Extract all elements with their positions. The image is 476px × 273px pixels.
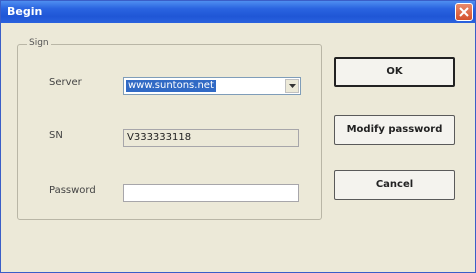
- server-combobox[interactable]: www.suntons.net: [123, 77, 301, 95]
- sn-field: V333333118: [123, 129, 299, 147]
- window-title: Begin: [7, 5, 43, 18]
- server-dropdown-button[interactable]: [285, 79, 299, 93]
- close-icon: [459, 7, 469, 17]
- password-label: Password: [49, 185, 96, 196]
- modify-password-button[interactable]: Modify password: [334, 115, 455, 145]
- server-value: www.suntons.net: [126, 80, 216, 92]
- server-label: Server: [49, 77, 82, 88]
- chevron-down-icon: [289, 84, 296, 88]
- cancel-button[interactable]: Cancel: [334, 170, 455, 200]
- group-caption: Sign: [27, 38, 51, 48]
- login-dialog: Begin Sign Server www.suntons.net SN V33…: [0, 0, 476, 273]
- sn-label: SN: [49, 130, 63, 141]
- title-bar[interactable]: Begin: [1, 1, 475, 23]
- password-field[interactable]: [123, 184, 299, 202]
- close-button[interactable]: [455, 3, 473, 21]
- ok-button[interactable]: OK: [334, 57, 455, 87]
